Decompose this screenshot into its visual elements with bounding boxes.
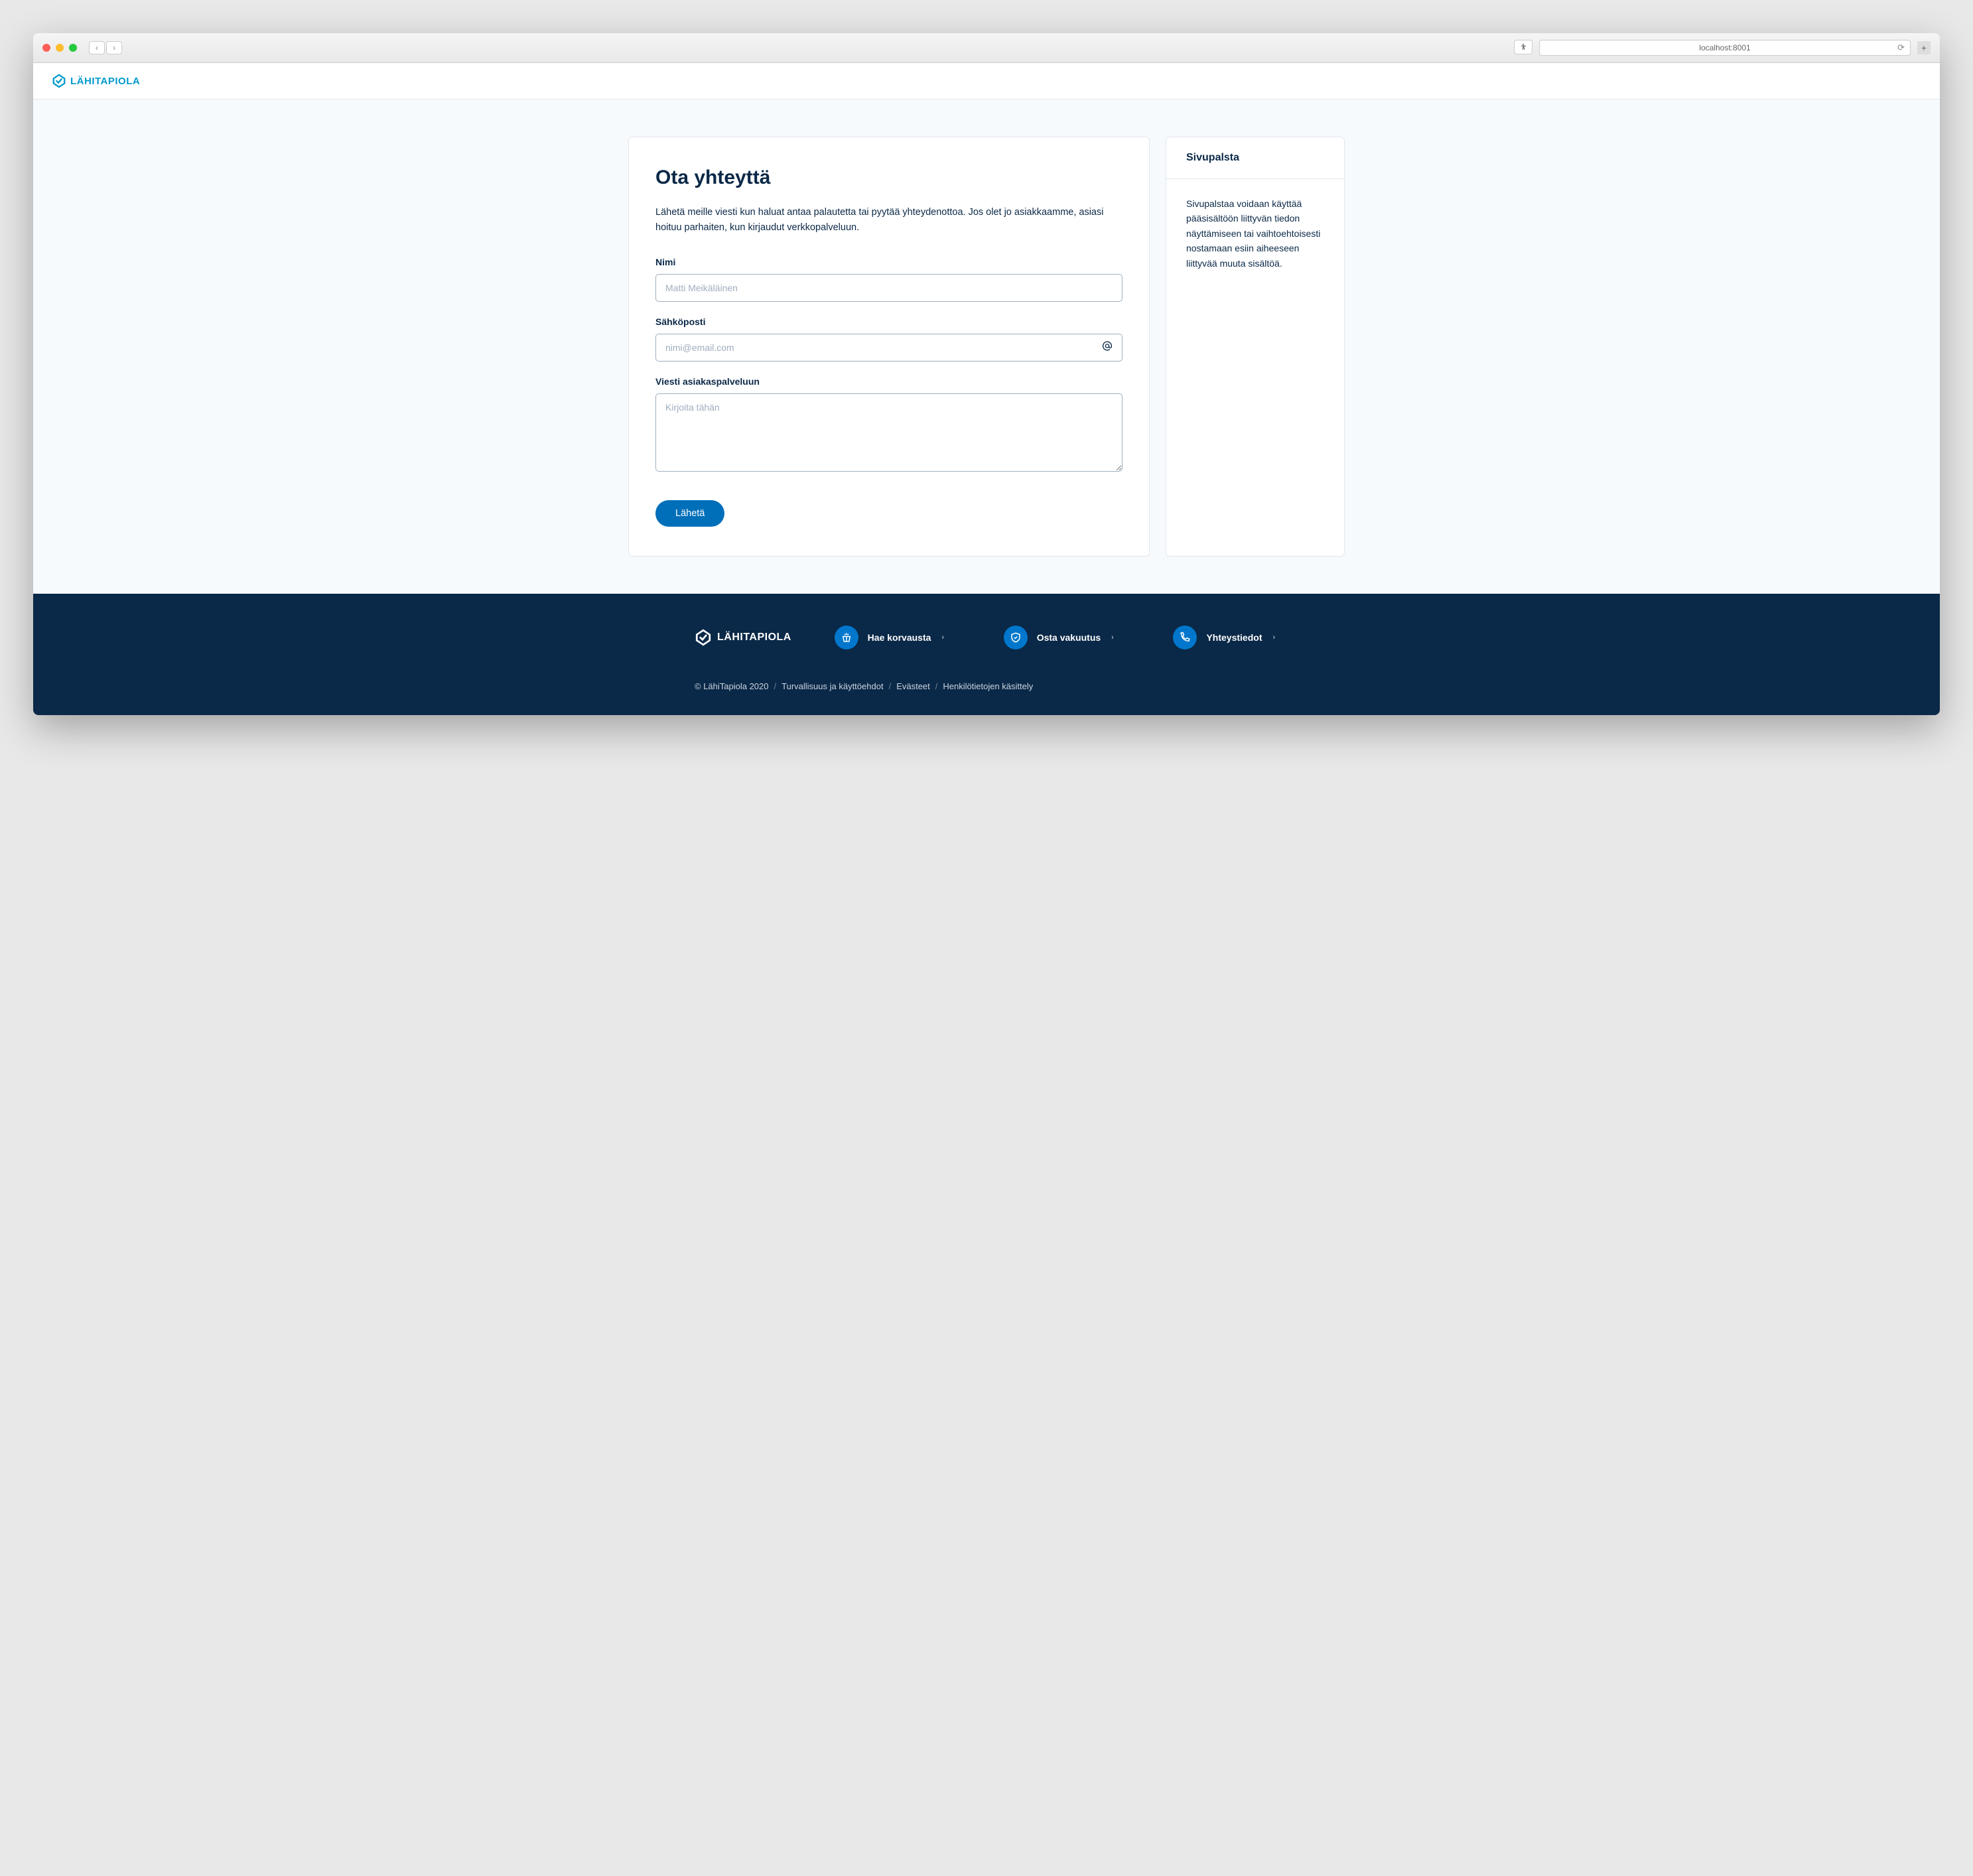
separator: / [889, 681, 892, 691]
footer-links: Hae korvausta › Osta vakuutus › [831, 626, 1278, 649]
phone-icon [1173, 626, 1197, 649]
logo-icon [52, 74, 66, 88]
name-input[interactable] [655, 274, 1123, 302]
footer-bottom-link-terms[interactable]: Turvallisuus ja käyttöehdot [782, 681, 883, 691]
reload-icon[interactable]: ⟳ [1897, 42, 1905, 53]
separator: / [774, 681, 777, 691]
accessibility-button[interactable] [1514, 40, 1532, 54]
page-footer: LÄHITAPIOLA Hae korvausta › [33, 594, 1940, 715]
footer-link-insurance[interactable]: Osta vakuutus › [1004, 626, 1114, 649]
footer-logo-icon [695, 629, 712, 646]
form-group-name: Nimi [655, 257, 1123, 302]
main-container: Ota yhteyttä Lähetä meille viesti kun ha… [562, 100, 1411, 594]
traffic-lights [42, 44, 77, 52]
message-textarea[interactable] [655, 393, 1123, 472]
nav-buttons: ‹ › [89, 41, 122, 54]
forward-button[interactable]: › [106, 41, 122, 54]
page-title: Ota yhteyttä [655, 167, 1123, 189]
footer-link-compensation[interactable]: Hae korvausta › [835, 626, 944, 649]
footer-bottom-link-cookies[interactable]: Evästeet [896, 681, 930, 691]
footer-logo[interactable]: LÄHITAPIOLA [695, 629, 791, 646]
new-tab-button[interactable]: + [1917, 41, 1931, 54]
separator: / [935, 681, 938, 691]
intro-text: Lähetä meille viesti kun haluat antaa pa… [655, 205, 1123, 235]
shield-icon [1004, 626, 1028, 649]
email-label: Sähköposti [655, 316, 1123, 327]
form-group-email: Sähköposti [655, 316, 1123, 362]
sidebar-title: Sivupalsta [1166, 137, 1344, 179]
message-label: Viesti asiakaspalveluun [655, 376, 1123, 387]
chevron-right-icon: › [1272, 634, 1275, 641]
maximize-window-button[interactable] [69, 44, 77, 52]
compensation-icon [835, 626, 858, 649]
footer-bottom-link-privacy[interactable]: Henkilötietojen käsittely [943, 681, 1033, 691]
footer-brand-text: LÄHITAPIOLA [717, 632, 791, 643]
footer-link-contact[interactable]: Yhteystiedot › [1173, 626, 1275, 649]
submit-button[interactable]: Lähetä [655, 500, 724, 527]
at-icon [1101, 340, 1113, 356]
name-label: Nimi [655, 257, 1123, 267]
footer-bottom: © LähiTapiola 2020 / Turvallisuus ja käy… [695, 681, 1278, 691]
accessibility-icon [1519, 43, 1527, 51]
chevron-right-icon: › [941, 634, 944, 641]
form-group-message: Viesti asiakaspalveluun [655, 376, 1123, 475]
browser-window: ‹ › localhost:8001 ⟳ + LÄHITAPIOLA [33, 33, 1940, 715]
url-text: localhost:8001 [1699, 43, 1750, 52]
page-content: LÄHITAPIOLA Ota yhteyttä Lähetä meille v… [33, 63, 1940, 715]
brand-text: LÄHITAPIOLA [70, 76, 140, 87]
browser-chrome: ‹ › localhost:8001 ⟳ + [33, 33, 1940, 63]
sidebar-card: Sivupalsta Sivupalstaa voidaan käyttää p… [1166, 137, 1345, 557]
chevron-right-icon: › [1111, 634, 1114, 641]
back-button[interactable]: ‹ [89, 41, 105, 54]
email-input[interactable] [655, 334, 1123, 362]
footer-top: LÄHITAPIOLA Hae korvausta › [695, 626, 1278, 649]
close-window-button[interactable] [42, 44, 50, 52]
copyright-text: © LähiTapiola 2020 [695, 681, 769, 691]
page-header: LÄHITAPIOLA [33, 63, 1940, 100]
url-bar[interactable]: localhost:8001 ⟳ [1539, 40, 1911, 56]
sidebar-body: Sivupalstaa voidaan käyttää pääsisältöön… [1166, 179, 1344, 288]
contact-form-card: Ota yhteyttä Lähetä meille viesti kun ha… [628, 137, 1150, 557]
brand-logo[interactable]: LÄHITAPIOLA [52, 74, 1921, 88]
footer-link-label: Osta vakuutus [1037, 632, 1101, 643]
footer-link-label: Yhteystiedot [1206, 632, 1262, 643]
minimize-window-button[interactable] [56, 44, 64, 52]
footer-link-label: Hae korvausta [868, 632, 931, 643]
